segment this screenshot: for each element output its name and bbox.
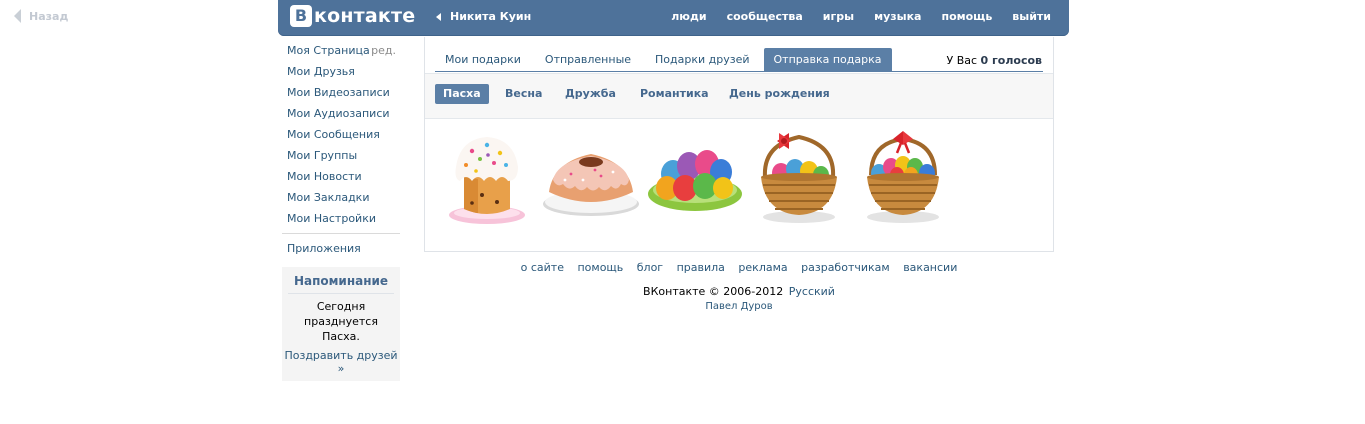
- sidebar-item-news[interactable]: Мои Новости: [280, 166, 400, 187]
- language-link[interactable]: Русский: [789, 285, 835, 298]
- tab-underline: [435, 71, 1043, 72]
- back-arrow-icon: [14, 9, 21, 23]
- category-spring[interactable]: Весна: [497, 84, 550, 104]
- votes-prefix: У Вас: [946, 54, 978, 67]
- kulich-gift-icon: [449, 137, 525, 224]
- copyright: ВКонтакте © 2006-2012 Русский: [424, 285, 1054, 298]
- sidebar-item-audio[interactable]: Мои Аудиозаписи: [280, 103, 400, 124]
- gift-item[interactable]: [643, 123, 747, 231]
- egg-plate-gift-icon: [648, 150, 742, 211]
- sidebar-item-messages[interactable]: Мои Сообщения: [280, 124, 400, 145]
- sidebar-item-label: Моя Страница: [287, 44, 370, 57]
- egg-basket-bow-gift-icon: [761, 133, 837, 223]
- footer-link-ads[interactable]: реклама: [738, 261, 787, 274]
- egg-basket-full-gift-icon: [867, 131, 939, 223]
- top-header: B контакте Никита Куин люди сообщества и…: [278, 0, 1069, 36]
- congratulate-friends-link[interactable]: Поздравить друзей »: [282, 349, 400, 375]
- tab-send-gift[interactable]: Отправка подарка: [763, 48, 892, 72]
- category-romance[interactable]: Романтика: [632, 84, 717, 104]
- nav-music[interactable]: музыка: [874, 10, 921, 23]
- footer-link-about[interactable]: о сайте: [521, 261, 564, 274]
- gift-item[interactable]: [747, 123, 851, 231]
- bundt-cake-gift-icon: [543, 154, 639, 216]
- sidebar-item-groups[interactable]: Мои Группы: [280, 145, 400, 166]
- sidebar-item-my-page[interactable]: Моя Страница ред.: [280, 40, 400, 61]
- sidebar: Моя Страница ред. Мои Друзья Мои Видеоза…: [280, 40, 400, 259]
- nav-logout[interactable]: выйти: [1012, 10, 1051, 23]
- edit-link[interactable]: ред.: [371, 40, 396, 61]
- tab-friends-gifts[interactable]: Подарки друзей: [645, 48, 759, 72]
- reminder-box: Напоминание Сегодня празднуется Пасха. П…: [282, 267, 400, 381]
- tab-my-gifts[interactable]: Мои подарки: [435, 48, 531, 72]
- nav-communities[interactable]: сообщества: [727, 10, 803, 23]
- gift-item[interactable]: [435, 123, 539, 231]
- votes-balance: У Вас 0 голосов: [947, 54, 1043, 67]
- user-name-link[interactable]: Никита Куин: [436, 10, 531, 23]
- footer-link-blog[interactable]: блог: [637, 261, 663, 274]
- gift-item[interactable]: [851, 123, 955, 231]
- sidebar-item-settings[interactable]: Мои Настройки: [280, 208, 400, 229]
- vk-logo[interactable]: B контакте: [290, 5, 415, 27]
- gifts-panel: Мои подарки Отправленные Подарки друзей …: [424, 37, 1054, 252]
- sidebar-item-apps[interactable]: Приложения: [280, 238, 400, 259]
- category-friendship[interactable]: Дружба: [557, 84, 624, 104]
- reminder-text: Сегодня празднуется Пасха.: [304, 300, 378, 343]
- sidebar-item-videos[interactable]: Мои Видеозаписи: [280, 82, 400, 103]
- nav-people[interactable]: люди: [671, 10, 706, 23]
- back-label: Назад: [29, 9, 69, 23]
- gift-list: [435, 123, 955, 231]
- gift-item[interactable]: [539, 123, 643, 231]
- votes-count: 0 голосов: [980, 54, 1042, 67]
- author-link[interactable]: Павел Дуров: [424, 301, 1054, 312]
- gift-tabs: Мои подарки Отправленные Подарки друзей …: [435, 48, 896, 72]
- vk-logo-icon: B: [290, 5, 312, 27]
- footer-link-jobs[interactable]: вакансии: [903, 261, 957, 274]
- footer-link-help[interactable]: помощь: [577, 261, 623, 274]
- nav-help[interactable]: помощь: [941, 10, 992, 23]
- sidebar-divider: [282, 233, 400, 234]
- footer-links: о сайте помощь блог правила реклама разр…: [424, 261, 1054, 274]
- nav-games[interactable]: игры: [823, 10, 854, 23]
- tab-sent[interactable]: Отправленные: [535, 48, 641, 72]
- user-name: Никита Куин: [450, 10, 532, 23]
- footer-link-developers[interactable]: разработчикам: [801, 261, 890, 274]
- sidebar-item-bookmarks[interactable]: Мои Закладки: [280, 187, 400, 208]
- top-nav: люди сообщества игры музыка помощь выйти: [651, 10, 1051, 23]
- category-easter[interactable]: Пасха: [435, 84, 489, 104]
- gift-categories: Пасха Весна Дружба Романтика День рожден…: [425, 73, 1053, 119]
- sidebar-item-friends[interactable]: Мои Друзья: [280, 61, 400, 82]
- vk-logo-text: контакте: [314, 5, 416, 27]
- footer-link-rules[interactable]: правила: [677, 261, 725, 274]
- back-link[interactable]: Назад: [14, 9, 68, 23]
- triangle-left-icon: [436, 12, 441, 21]
- reminder-title: Напоминание: [288, 267, 394, 294]
- category-birthday[interactable]: День рождения: [721, 84, 838, 104]
- copyright-text: ВКонтакте © 2006-2012: [643, 285, 784, 298]
